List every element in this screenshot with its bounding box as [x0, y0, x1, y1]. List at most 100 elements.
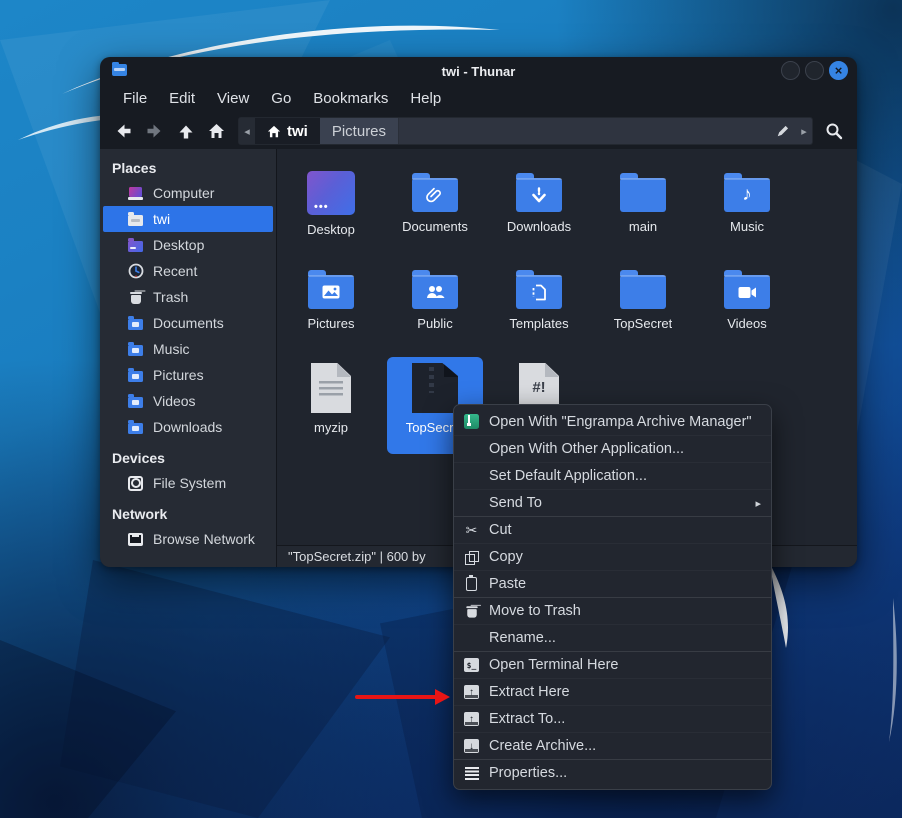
sidebar-item-twi[interactable]: twi [103, 206, 273, 232]
annotation-arrow-head [435, 689, 450, 705]
paste-icon [463, 576, 480, 593]
downloads-folder-icon [516, 178, 562, 212]
file-desktop[interactable]: ••• Desktop [279, 163, 383, 260]
documents-folder-icon [127, 315, 144, 332]
menu-item-move-to-trash[interactable]: Move to Trash [454, 597, 771, 624]
file-topsecret-folder[interactable]: TopSecret [591, 260, 695, 357]
network-icon [127, 531, 144, 548]
menu-item-open-terminal-here[interactable]: $_ Open Terminal Here [454, 651, 771, 678]
file-pictures[interactable]: Pictures [279, 260, 383, 357]
sidebar-item-pictures[interactable]: Pictures [103, 362, 273, 388]
forward-icon [146, 123, 163, 139]
extract-icon: ↑ [463, 684, 480, 701]
menu-edit[interactable]: Edit [158, 85, 206, 113]
file-public[interactable]: Public [383, 260, 487, 357]
back-button[interactable] [109, 117, 138, 145]
video-camera-icon [738, 286, 757, 299]
home-icon [208, 123, 225, 139]
file-downloads[interactable]: Downloads [487, 163, 591, 260]
drive-icon [127, 475, 144, 492]
menu-item-properties[interactable]: Properties... [454, 759, 771, 786]
engrampa-archive-icon [463, 413, 480, 430]
menu-item-extract-here[interactable]: ↑ Extract Here [454, 678, 771, 705]
file-templates[interactable]: Templates [487, 260, 591, 357]
annotation-arrow-shaft [355, 695, 437, 699]
titlebar[interactable]: twi - Thunar × [100, 57, 857, 85]
annotation-arrow [355, 689, 451, 705]
menubar: File Edit View Go Bookmarks Help [100, 85, 857, 113]
path-scroll-right-button[interactable]: ▸ [796, 118, 812, 144]
sidebar-item-videos[interactable]: Videos [103, 388, 273, 414]
desktop-folder-icon: ••• [307, 171, 355, 215]
image-icon [322, 285, 340, 299]
sidebar-item-desktop[interactable]: Desktop [103, 232, 273, 258]
home-icon [267, 125, 281, 138]
context-menu: Open With "Engrampa Archive Manager" Ope… [453, 404, 772, 790]
menu-file[interactable]: File [112, 85, 158, 113]
path-edit-button[interactable] [770, 118, 796, 144]
videos-folder-icon [127, 393, 144, 410]
sidebar-header-places: Places [100, 156, 276, 180]
menu-help[interactable]: Help [399, 85, 452, 113]
forward-button[interactable] [140, 117, 169, 145]
menu-item-rename[interactable]: Rename... [454, 624, 771, 651]
status-text: "TopSecret.zip" | 600 by [288, 549, 426, 564]
menu-item-create-archive[interactable]: ↓ Create Archive... [454, 732, 771, 759]
paperclip-icon [425, 187, 445, 203]
file-documents[interactable]: Documents [383, 163, 487, 260]
pictures-folder-icon [308, 275, 354, 309]
sidebar-item-computer[interactable]: Computer [103, 180, 273, 206]
trash-icon [127, 289, 144, 306]
path-entry-area[interactable] [399, 118, 770, 144]
home-folder-icon [127, 211, 144, 228]
menu-item-cut[interactable]: ✂ Cut [454, 516, 771, 543]
file-myzip[interactable]: myzip [279, 357, 383, 454]
menu-bookmarks[interactable]: Bookmarks [302, 85, 399, 113]
path-segment-label: Pictures [332, 123, 386, 140]
path-segment-pictures[interactable]: Pictures [320, 118, 399, 144]
menu-item-extract-to[interactable]: ↑ Extract To... [454, 705, 771, 732]
sidebar-item-downloads[interactable]: Downloads [103, 414, 273, 440]
home-button[interactable] [202, 117, 231, 145]
minimize-button[interactable] [781, 61, 800, 80]
menu-item-paste[interactable]: Paste [454, 570, 771, 597]
menu-item-set-default-application[interactable]: Set Default Application... [454, 462, 771, 489]
documents-folder-icon [412, 178, 458, 212]
menu-view[interactable]: View [206, 85, 260, 113]
pictures-folder-icon [127, 367, 144, 384]
people-icon [426, 285, 445, 299]
close-button[interactable]: × [829, 61, 848, 80]
extract-icon: ↑ [463, 711, 480, 728]
plain-folder-icon [620, 275, 666, 309]
menu-item-copy[interactable]: Copy [454, 543, 771, 570]
menu-item-open-with-engrampa[interactable]: Open With "Engrampa Archive Manager" [454, 408, 771, 435]
path-segment-label: twi [287, 123, 308, 140]
up-button[interactable] [171, 117, 200, 145]
copy-icon [463, 549, 480, 566]
file-main[interactable]: main [591, 163, 695, 260]
back-icon [115, 123, 132, 139]
sidebar-item-file-system[interactable]: File System [103, 470, 273, 496]
file-videos[interactable]: Videos [695, 260, 799, 357]
create-archive-icon: ↓ [463, 738, 480, 755]
toolbar: ◂ twi Pictures ▸ [100, 113, 857, 149]
file-music[interactable]: ♪ Music [695, 163, 799, 260]
plain-folder-icon [620, 178, 666, 212]
sidebar-item-browse-network[interactable]: Browse Network [103, 526, 273, 552]
path-segment-home[interactable]: twi [255, 118, 320, 144]
template-doc-icon [532, 284, 547, 301]
computer-icon [127, 185, 144, 202]
sidebar-item-music[interactable]: Music [103, 336, 273, 362]
menu-go[interactable]: Go [260, 85, 302, 113]
sidebar-item-recent[interactable]: Recent [103, 258, 273, 284]
menu-item-open-with-other[interactable]: Open With Other Application... [454, 435, 771, 462]
path-scroll-left-button[interactable]: ◂ [239, 118, 255, 144]
text-file-icon [311, 363, 351, 413]
menu-item-send-to[interactable]: Send To ▸ [454, 489, 771, 516]
search-button[interactable] [820, 117, 848, 145]
submenu-arrow-icon: ▸ [755, 497, 761, 510]
maximize-button[interactable] [805, 61, 824, 80]
sidebar-item-documents[interactable]: Documents [103, 310, 273, 336]
sidebar-header-devices: Devices [100, 446, 276, 470]
sidebar-item-trash[interactable]: Trash [103, 284, 273, 310]
